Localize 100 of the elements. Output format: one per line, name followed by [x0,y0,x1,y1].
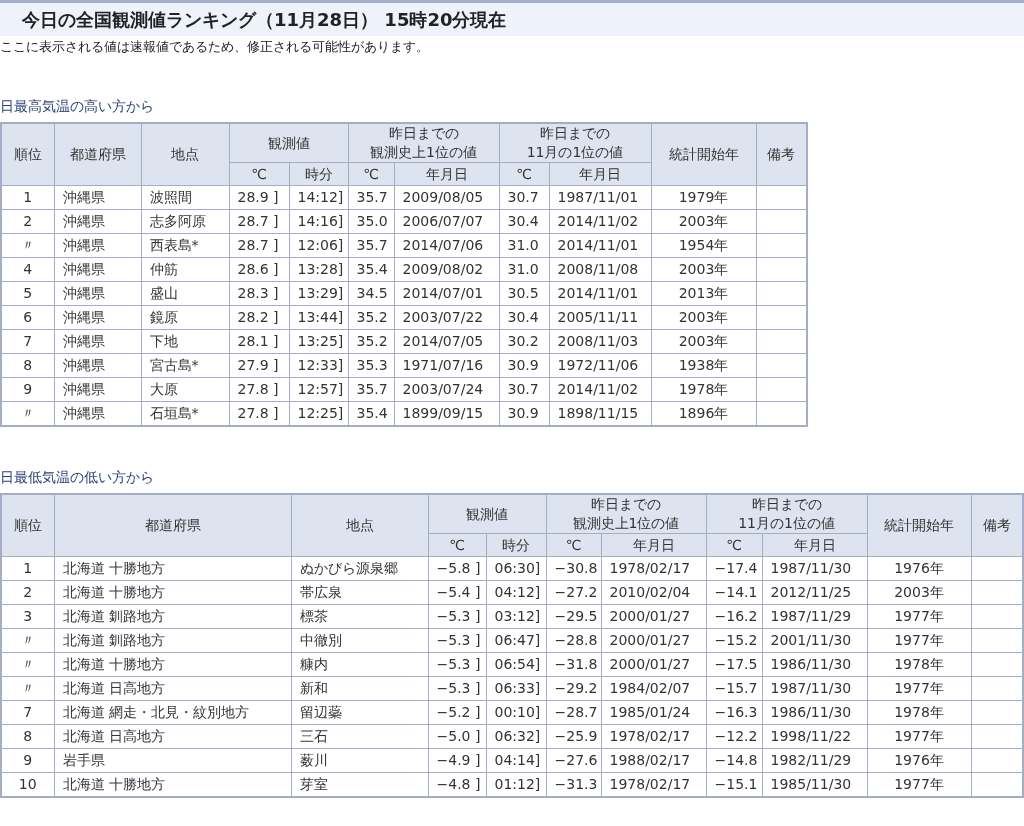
table-cell: −25.9 [546,724,601,749]
column-header: 順位 [1,123,54,186]
table-cell: 2014/11/02 [549,209,652,234]
table-cell: 12:06] [289,233,348,258]
table-cell: 留辺蘂 [291,700,428,725]
table-cell: 沖縄県 [54,305,141,330]
table-cell: 2 [1,580,54,605]
table-cell: 2005/11/11 [549,305,652,330]
table-cell: 2003年 [651,329,757,354]
table-cell: 1978年 [867,700,972,725]
table-cell: 35.7 [348,233,394,258]
table-cell: 35.0 [348,209,394,234]
table-cell: 06:33] [486,676,546,701]
table-cell: 1986/11/30 [762,652,868,677]
table-cell: 13:29] [289,281,348,306]
table-cell: 28.6 ] [229,257,289,282]
table-cell: 1938年 [651,353,757,378]
table-cell: 2003/07/22 [394,305,499,330]
table-cell: 大原 [141,377,229,402]
column-header: 都道府県 [54,123,141,186]
table-cell: 1978/02/17 [601,724,706,749]
table-cell: 〃 [1,676,54,701]
table-cell: −27.6 [546,748,601,773]
table-cell: 2003/07/24 [394,377,499,402]
column-header: 統計開始年 [651,123,757,186]
table-cell: 13:28] [289,257,348,282]
table-cell: 〃 [1,628,54,653]
table-cell: 〃 [1,233,54,258]
table-cell: 31.0 [499,257,549,282]
table-cell: 30.7 [499,185,549,210]
table-cell: 2000/01/27 [601,628,706,653]
table-cell: 沖縄県 [54,353,141,378]
table-cell: −31.8 [546,652,601,677]
table-cell: −29.2 [546,676,601,701]
table-cell: 〃 [1,652,54,677]
table-cell: 06:30] [486,556,546,581]
table-cell: 帯広泉 [291,580,428,605]
column-header: 統計開始年 [867,494,972,557]
table-cell: 沖縄県 [54,377,141,402]
column-header: 観測値 [428,494,546,534]
table-cell: 06:54] [486,652,546,677]
table-cell: 1977年 [867,628,972,653]
table-cell: 5 [1,281,54,306]
table-cell: 志多阿原 [141,209,229,234]
table-cell: 2014/11/02 [549,377,652,402]
table-cell: 6 [1,305,54,330]
table-cell: 2003年 [867,580,972,605]
column-header: 地点 [141,123,229,186]
table-cell: −27.2 [546,580,601,605]
table-cell: 27.8 ] [229,377,289,402]
table-cell: 06:32] [486,724,546,749]
table-cell: 35.3 [348,353,394,378]
table-cell: 4 [1,257,54,282]
table-cell: 2 [1,209,54,234]
table-cell: 31.0 [499,233,549,258]
table-cell: 12:57] [289,377,348,402]
table-cell: 沖縄県 [54,185,141,210]
table-cell: 2008/11/03 [549,329,652,354]
table-cell: 沖縄県 [54,209,141,234]
table-cell: 35.2 [348,329,394,354]
table-cell: 岩手県 [54,748,291,773]
page-title: 今日の全国観測値ランキング（11月28日） 15時20分現在 [22,8,508,32]
column-header: 順位 [1,494,54,557]
table-cell: 34.5 [348,281,394,306]
table-cell: 2009/08/02 [394,257,499,282]
table-cell: 2000/01/27 [601,652,706,677]
column-header-line: 昨日までの [540,124,610,143]
table-cell: 盛山 [141,281,229,306]
table-cell: −5.8 ] [428,556,486,581]
table-cell: −12.2 [706,724,762,749]
table-cell: 28.9 ] [229,185,289,210]
table-cell: 7 [1,329,54,354]
table-cell: 1954年 [651,233,757,258]
table-cell: 2000/01/27 [601,604,706,629]
table-cell: −5.3 ] [428,676,486,701]
table-cell: −5.4 ] [428,580,486,605]
table-cell: 04:12] [486,580,546,605]
table-cell: −5.2 ] [428,700,486,725]
table-cell: 北海道 日高地方 [54,676,291,701]
table-cell: 沖縄県 [54,257,141,282]
table-cell: 1979年 [651,185,757,210]
table-cell: 1978/02/17 [601,556,706,581]
table-cell: 06:47] [486,628,546,653]
table-cell: 新和 [291,676,428,701]
table-cell: 30.9 [499,353,549,378]
table-cell: 1987/11/30 [762,676,868,701]
table-cell: 北海道 釧路地方 [54,604,291,629]
table-cell: 2013年 [651,281,757,306]
table-cell: −5.0 ] [428,724,486,749]
column-header-line: 観測史上1位の値 [370,143,477,162]
table-cell: −17.4 [706,556,762,581]
table-cell: −16.3 [706,700,762,725]
table-cell: 波照間 [141,185,229,210]
table-cell: 12:33] [289,353,348,378]
table-cell: 1985/01/24 [601,700,706,725]
table-cell: 2014/07/06 [394,233,499,258]
table-cell: 1 [1,185,54,210]
table-cell: 2003年 [651,209,757,234]
table-cell: 8 [1,353,54,378]
section-heading: 日最高気温の高い方から [0,97,155,116]
